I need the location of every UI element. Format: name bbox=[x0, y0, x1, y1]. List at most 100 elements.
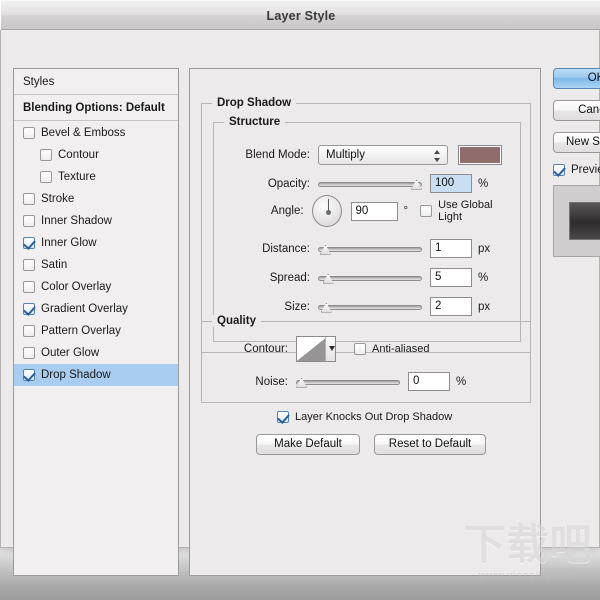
spread-input[interactable]: 5 bbox=[430, 268, 472, 287]
style-item-label: Bevel & Emboss bbox=[41, 127, 126, 139]
anti-aliased-label: Anti-aliased bbox=[372, 343, 430, 355]
style-item-pattern-overlay[interactable]: Pattern Overlay bbox=[14, 320, 178, 342]
style-item-label: Outer Glow bbox=[41, 347, 100, 359]
spread-slider-track bbox=[318, 275, 422, 281]
size-slider[interactable] bbox=[318, 300, 422, 314]
style-item-checkbox[interactable] bbox=[23, 369, 35, 381]
layer-knocks-out-label: Layer Knocks Out Drop Shadow bbox=[295, 411, 453, 423]
shadow-color-swatch[interactable] bbox=[458, 145, 502, 165]
noise-unit: % bbox=[456, 375, 467, 388]
cancel-button[interactable]: Cancel bbox=[553, 100, 600, 121]
spread-label: Spread: bbox=[269, 271, 310, 284]
style-item-contour[interactable]: Contour bbox=[14, 144, 178, 166]
style-item-checkbox[interactable] bbox=[23, 347, 35, 359]
blend-mode-select[interactable]: Multiply bbox=[318, 145, 448, 165]
noise-slider-track bbox=[296, 379, 400, 385]
structure-group: Structure Blend Mode: Multiply Opacity: bbox=[213, 116, 521, 342]
size-label: Size: bbox=[284, 300, 310, 313]
use-global-light-checkbox[interactable] bbox=[420, 205, 433, 217]
style-item-inner-shadow[interactable]: Inner Shadow bbox=[14, 210, 178, 232]
size-slider-track bbox=[318, 304, 422, 310]
style-item-checkbox[interactable] bbox=[23, 281, 35, 293]
distance-row: Distance: 1 px bbox=[214, 239, 514, 258]
style-item-label: Inner Shadow bbox=[41, 215, 112, 227]
blend-mode-label: Blend Mode: bbox=[245, 149, 310, 161]
style-item-gradient-overlay[interactable]: Gradient Overlay bbox=[14, 298, 178, 320]
make-default-button[interactable]: Make Default bbox=[256, 434, 360, 455]
quality-group: Quality Contour: Anti-aliased Noise: 0 % bbox=[201, 315, 531, 403]
opacity-slider-track bbox=[318, 181, 422, 187]
style-item-checkbox[interactable] bbox=[23, 193, 35, 205]
style-item-label: Texture bbox=[58, 171, 96, 183]
noise-label: Noise: bbox=[255, 375, 288, 388]
noise-slider[interactable] bbox=[296, 375, 400, 389]
style-item-checkbox[interactable] bbox=[40, 149, 52, 161]
angle-input[interactable]: 90 bbox=[350, 201, 398, 221]
preview-swatch bbox=[569, 202, 600, 240]
chevron-down-icon[interactable] bbox=[325, 337, 335, 361]
style-item-satin[interactable]: Satin bbox=[14, 254, 178, 276]
distance-label: Distance: bbox=[262, 242, 310, 255]
contour-preset-picker[interactable] bbox=[296, 336, 336, 362]
dialog-actions: OK Cancel New Style... Preview bbox=[553, 68, 600, 257]
angle-unit: ° bbox=[403, 205, 409, 217]
dialog-title: Layer Style bbox=[266, 9, 336, 23]
style-item-label: Pattern Overlay bbox=[41, 325, 121, 337]
contour-curve-icon bbox=[297, 337, 327, 361]
contour-label: Contour: bbox=[243, 343, 288, 355]
style-item-bevel-emboss[interactable]: Bevel & Emboss bbox=[14, 122, 178, 144]
style-item-inner-glow[interactable]: Inner Glow bbox=[14, 232, 178, 254]
distance-slider[interactable] bbox=[318, 242, 422, 256]
style-item-drop-shadow[interactable]: Drop Shadow bbox=[14, 364, 178, 386]
contour-row: Contour: Anti-aliased bbox=[202, 336, 522, 362]
distance-slider-track bbox=[318, 246, 422, 252]
layer-knocks-out-row[interactable]: Layer Knocks Out Drop Shadow bbox=[277, 411, 452, 423]
preview-label: Preview bbox=[571, 164, 600, 176]
style-item-label: Stroke bbox=[41, 193, 75, 205]
default-buttons-row: Make Default Reset to Default bbox=[256, 434, 486, 455]
style-item-checkbox[interactable] bbox=[23, 237, 35, 249]
style-item-stroke[interactable]: Stroke bbox=[14, 188, 178, 210]
blending-options-row[interactable]: Blending Options: Default bbox=[14, 95, 178, 121]
style-item-checkbox[interactable] bbox=[23, 325, 35, 337]
layer-knocks-out-checkbox[interactable] bbox=[277, 411, 289, 423]
style-item-checkbox[interactable] bbox=[23, 127, 35, 139]
chevron-updown-icon bbox=[434, 149, 441, 163]
blend-mode-value: Multiply bbox=[326, 149, 365, 161]
style-item-checkbox[interactable] bbox=[40, 171, 52, 183]
spread-slider[interactable] bbox=[318, 271, 422, 285]
styles-effect-list: Bevel & Emboss Contour Texture Stroke Inner … bbox=[14, 122, 178, 575]
size-unit: px bbox=[478, 300, 491, 313]
opacity-slider[interactable] bbox=[318, 177, 422, 191]
size-row: Size: 2 px bbox=[214, 297, 514, 316]
style-item-outer-glow[interactable]: Outer Glow bbox=[14, 342, 178, 364]
preview-checkbox[interactable] bbox=[553, 164, 565, 176]
drop-shadow-group-title: Drop Shadow bbox=[212, 97, 297, 109]
use-global-light-label: Use Global Light bbox=[438, 199, 493, 223]
style-item-label: Gradient Overlay bbox=[41, 303, 128, 315]
style-item-checkbox[interactable] bbox=[23, 259, 35, 271]
ok-button[interactable]: OK bbox=[553, 68, 600, 89]
angle-row: Angle: 90 ° Use Global Light bbox=[214, 195, 514, 227]
distance-input[interactable]: 1 bbox=[430, 239, 472, 258]
new-style-button[interactable]: New Style... bbox=[553, 132, 600, 153]
angle-label: Angle: bbox=[270, 205, 304, 217]
spread-row: Spread: 5 % bbox=[214, 268, 514, 287]
dialog-titlebar[interactable]: Layer Style bbox=[1, 0, 600, 30]
reset-to-default-button[interactable]: Reset to Default bbox=[374, 434, 486, 455]
style-item-label: Color Overlay bbox=[41, 281, 112, 293]
styles-pane-header: Styles bbox=[14, 69, 178, 95]
style-item-label: Satin bbox=[41, 259, 68, 271]
opacity-input[interactable]: 100 bbox=[430, 174, 472, 193]
anti-aliased-checkbox[interactable] bbox=[354, 343, 366, 355]
layer-style-dialog: Layer Style Styles Blending Options: Def… bbox=[0, 0, 600, 576]
style-item-checkbox[interactable] bbox=[23, 303, 35, 315]
preview-row[interactable]: Preview bbox=[553, 164, 600, 176]
style-item-checkbox[interactable] bbox=[23, 215, 35, 227]
style-item-texture[interactable]: Texture bbox=[14, 166, 178, 188]
style-item-color-overlay[interactable]: Color Overlay bbox=[14, 276, 178, 298]
quality-group-title: Quality bbox=[212, 315, 261, 327]
size-input[interactable]: 2 bbox=[430, 297, 472, 316]
angle-dial[interactable] bbox=[311, 195, 342, 227]
noise-input[interactable]: 0 bbox=[408, 372, 450, 391]
